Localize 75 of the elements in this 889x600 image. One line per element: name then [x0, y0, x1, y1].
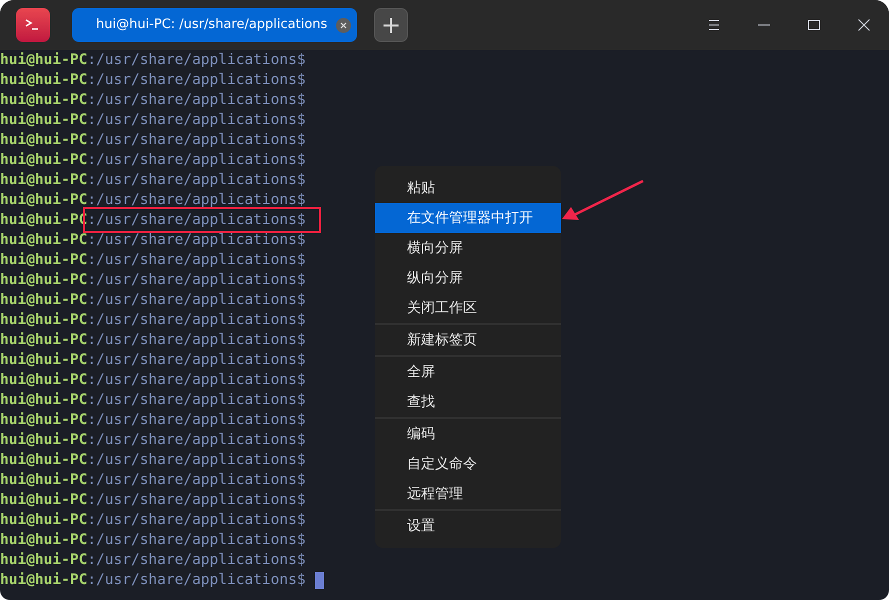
prompt-user: hui@hui-PC — [0, 371, 88, 390]
prompt-path: :/usr/share/applications$ — [87, 551, 306, 570]
prompt-path: :/usr/share/applications$ — [87, 391, 306, 410]
prompt-path: :/usr/share/applications$ — [87, 491, 306, 510]
prompt-user: hui@hui-PC — [0, 471, 88, 490]
prompt-path: :/usr/share/applications$ — [87, 371, 306, 390]
prompt-user: hui@hui-PC — [0, 231, 88, 250]
prompt-user: hui@hui-PC — [0, 111, 88, 130]
menu-item[interactable]: 自定义命令 — [375, 449, 561, 479]
prompt-path: :/usr/share/applications$ — [87, 431, 306, 450]
prompt-user: hui@hui-PC — [0, 71, 88, 90]
prompt-user: hui@hui-PC — [0, 491, 88, 510]
prompt-user: hui@hui-PC — [0, 311, 88, 330]
prompt-path: :/usr/share/applications$ — [87, 211, 306, 230]
prompt-path: :/usr/share/applications$ — [87, 191, 306, 210]
new-tab-button[interactable]: + — [374, 8, 408, 42]
prompt-path: :/usr/share/applications$ — [87, 291, 306, 310]
prompt-user: hui@hui-PC — [0, 551, 88, 570]
prompt-path: :/usr/share/applications$ — [87, 331, 306, 350]
menu-item[interactable]: 横向分屏 — [375, 233, 561, 263]
minimize-icon[interactable] — [758, 24, 770, 26]
prompt-path: :/usr/share/applications$ — [87, 471, 306, 490]
prompt-path: :/usr/share/applications$ — [87, 311, 306, 330]
menu-item[interactable]: 粘贴 — [375, 173, 561, 203]
menu-item[interactable]: 远程管理 — [375, 479, 561, 509]
prompt-path: :/usr/share/applications$ — [87, 451, 306, 470]
prompt-user: hui@hui-PC — [0, 151, 88, 170]
close-icon[interactable] — [336, 18, 351, 32]
menu-item[interactable]: 纵向分屏 — [375, 263, 561, 293]
prompt-path: :/usr/share/applications$ — [87, 231, 306, 250]
prompt-user: hui@hui-PC — [0, 391, 88, 410]
prompt-path: :/usr/share/applications$ — [87, 171, 306, 190]
prompt-user: hui@hui-PC — [0, 51, 88, 70]
prompt-user: hui@hui-PC — [0, 331, 88, 350]
prompt-user: hui@hui-PC — [0, 431, 88, 450]
prompt-path: :/usr/share/applications$ — [87, 91, 306, 110]
prompt-path: :/usr/share/applications$ — [87, 151, 306, 170]
menu-item[interactable]: 在文件管理器中打开 — [375, 203, 561, 233]
prompt-path: :/usr/share/applications$ — [87, 271, 306, 290]
prompt-path: :/usr/share/applications$ — [87, 531, 306, 550]
text-cursor — [314, 572, 324, 588]
prompt-user: hui@hui-PC — [0, 91, 88, 110]
prompt-user: hui@hui-PC — [0, 411, 88, 430]
terminal-app-icon — [16, 8, 50, 42]
prompt-path: :/usr/share/applications$ — [87, 411, 306, 430]
menu-item[interactable]: 新建标签页 — [375, 325, 561, 355]
menu-item[interactable]: 全屏 — [375, 357, 561, 387]
close-icon[interactable] — [858, 19, 870, 31]
prompt-user: hui@hui-PC — [0, 351, 88, 370]
prompt-user: hui@hui-PC — [0, 171, 88, 190]
prompt-user: hui@hui-PC — [0, 271, 88, 290]
prompt-path: :/usr/share/applications$ — [87, 71, 306, 90]
menu-item[interactable]: 关闭工作区 — [375, 293, 561, 323]
prompt-path: :/usr/share/applications$ — [87, 571, 306, 590]
prompt-user: hui@hui-PC — [0, 291, 88, 310]
prompt-user: hui@hui-PC — [0, 511, 88, 530]
prompt-path: :/usr/share/applications$ — [87, 251, 306, 270]
menu-item[interactable]: 查找 — [375, 387, 561, 417]
prompt-path: :/usr/share/applications$ — [87, 51, 306, 70]
prompt-path: :/usr/share/applications$ — [87, 131, 306, 150]
prompt-user: hui@hui-PC — [0, 251, 88, 270]
prompt-path: :/usr/share/applications$ — [87, 351, 306, 370]
prompt-user: hui@hui-PC — [0, 191, 88, 210]
tab-title: hui@hui-PC: /usr/share/applications — [96, 16, 328, 34]
prompt-user: hui@hui-PC — [0, 131, 88, 150]
prompt-path: :/usr/share/applications$ — [87, 511, 306, 530]
prompt-user: hui@hui-PC — [0, 571, 88, 590]
maximize-icon[interactable] — [808, 20, 820, 30]
prompt-path: :/usr/share/applications$ — [87, 111, 306, 130]
prompt-user: hui@hui-PC — [0, 531, 88, 550]
prompt-user: hui@hui-PC — [0, 451, 88, 470]
menu-item[interactable]: 编码 — [375, 419, 561, 449]
terminal-tab[interactable]: hui@hui-PC: /usr/share/applications — [72, 8, 357, 42]
menu-icon[interactable] — [708, 19, 720, 31]
menu-item[interactable]: 设置 — [375, 511, 561, 541]
